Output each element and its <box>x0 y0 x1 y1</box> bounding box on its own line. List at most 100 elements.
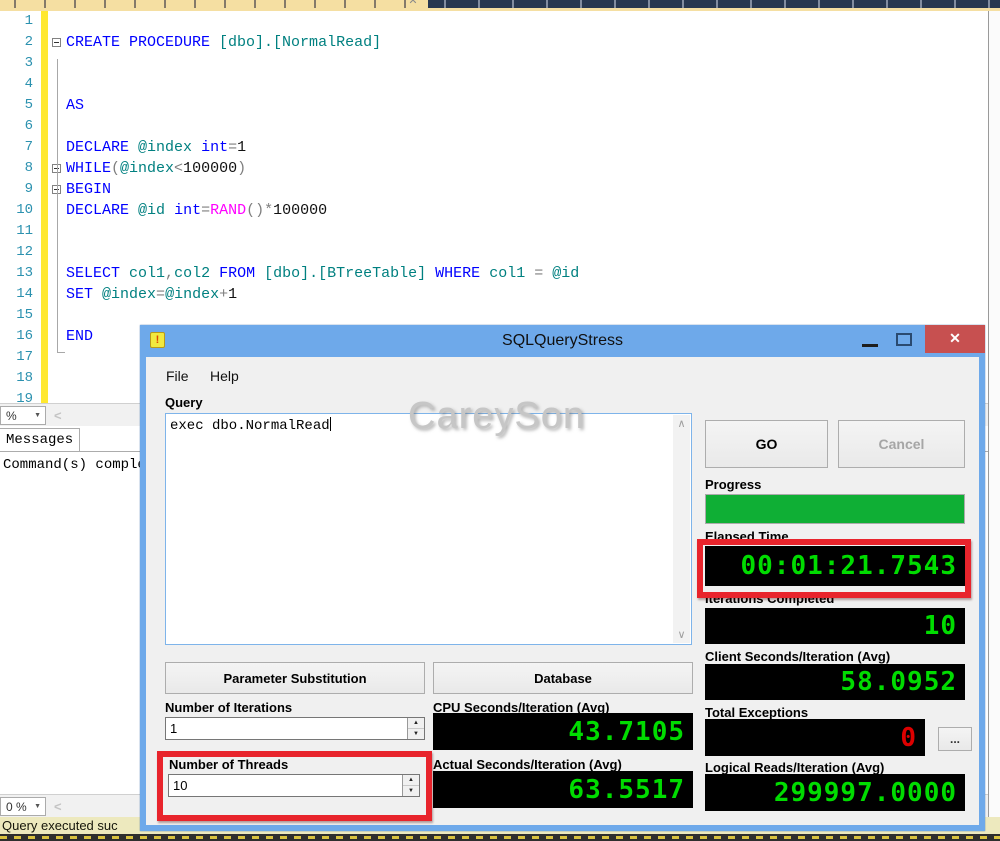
logical-reads-display: 299997.0000 <box>705 774 965 811</box>
editor-zoom-select[interactable]: % ▼ <box>0 406 46 425</box>
line-number: 15 <box>0 305 38 326</box>
window-title: SQLQueryStress <box>140 332 985 350</box>
title-bar[interactable]: ! SQLQueryStress <box>140 325 985 357</box>
code-text: DECLARE @index int=1 <box>64 137 246 158</box>
messages-output: Command(s) comple <box>3 457 146 473</box>
line-number: 11 <box>0 221 38 242</box>
line-number: 7 <box>0 137 38 158</box>
stepper-down-icon[interactable]: ▼ <box>408 729 424 739</box>
code-text: DECLARE @id int=RAND()*100000 <box>64 200 327 221</box>
line-number: 3 <box>0 53 38 74</box>
line-number: 8 <box>0 158 38 179</box>
code-line: 12 <box>0 242 988 263</box>
query-label: Query <box>165 395 203 410</box>
database-button[interactable]: Database <box>433 662 693 694</box>
ssms-window: ✕ 12CREATE PROCEDURE [dbo].[NormalRead]3… <box>0 0 1000 841</box>
total-exceptions-label: Total Exceptions <box>705 705 808 720</box>
change-track-bar <box>41 95 48 116</box>
window-right-margin <box>989 11 1000 834</box>
go-button[interactable]: GO <box>705 420 828 468</box>
progress-label: Progress <box>705 477 761 492</box>
code-text <box>64 368 66 389</box>
text-caret <box>330 417 331 431</box>
line-number: 17 <box>0 347 38 368</box>
line-number: 19 <box>0 389 38 404</box>
line-number: 4 <box>0 74 38 95</box>
client-seconds-label: Client Seconds/Iteration (Avg) <box>705 649 890 664</box>
line-number: 12 <box>0 242 38 263</box>
line-number: 10 <box>0 200 38 221</box>
stepper-up-icon[interactable]: ▲ <box>408 718 424 729</box>
code-line: 3 <box>0 53 988 74</box>
change-track-bar <box>41 221 48 242</box>
change-track-bar <box>41 158 48 179</box>
status-message: Query executed suc <box>2 818 118 833</box>
outline-guide-line <box>57 59 65 353</box>
change-track-bar <box>41 32 48 53</box>
collapse-toggle-icon[interactable] <box>52 38 61 47</box>
scroll-up-icon[interactable]: ∧ <box>673 417 690 430</box>
iterations-completed-display: 10 <box>705 608 965 644</box>
num-iterations-stepper[interactable]: 1 ▲ ▼ <box>165 717 425 740</box>
stepper-buttons: ▲ ▼ <box>407 718 424 739</box>
app-warning-icon: ! <box>150 332 165 348</box>
change-track-bar <box>41 137 48 158</box>
code-text: WHILE(@index<100000) <box>64 158 246 179</box>
code-text: AS <box>64 95 84 116</box>
client-seconds-display: 58.0952 <box>705 664 965 700</box>
annotation-elapsed-time <box>697 539 971 598</box>
progress-bar <box>705 494 965 524</box>
change-track-bar <box>41 389 48 404</box>
change-track-bar <box>41 263 48 284</box>
change-track-bar <box>41 116 48 137</box>
document-tab-inactive[interactable] <box>0 0 428 8</box>
code-line: 14SET @index=@index+1 <box>0 284 988 305</box>
line-number: 6 <box>0 116 38 137</box>
change-track-bar <box>41 179 48 200</box>
maximize-button[interactable] <box>896 333 912 346</box>
code-text <box>64 389 66 404</box>
fold-gutter <box>48 32 64 53</box>
line-number: 13 <box>0 263 38 284</box>
code-line: 7 DECLARE @index int=1 <box>0 137 988 158</box>
cancel-button[interactable]: Cancel <box>838 420 965 468</box>
change-track-bar <box>41 284 48 305</box>
actual-seconds-display: 63.5517 <box>433 771 693 808</box>
query-input[interactable]: exec dbo.NormalRead ∧ ∨ <box>165 413 692 645</box>
scroll-down-icon[interactable]: ∨ <box>673 628 690 641</box>
menu-file[interactable]: File <box>160 366 195 386</box>
menu-help[interactable]: Help <box>204 366 245 386</box>
num-iterations-value[interactable]: 1 <box>166 718 407 739</box>
line-number: 5 <box>0 95 38 116</box>
query-scrollbar[interactable]: ∧ ∨ <box>673 415 690 643</box>
code-text <box>64 11 66 32</box>
exceptions-more-button[interactable]: ... <box>938 727 972 751</box>
code-line: 10 DECLARE @id int=RAND()*100000 <box>0 200 988 221</box>
zoom-value: % <box>6 409 17 423</box>
progress-fill <box>706 495 964 523</box>
hscroll-left-icon[interactable]: < <box>54 799 62 814</box>
document-tab-active[interactable] <box>428 0 1000 8</box>
code-line: 11 <box>0 221 988 242</box>
annotation-number-of-threads <box>157 751 432 821</box>
change-track-bar <box>41 305 48 326</box>
watermark: CareySon <box>408 395 585 438</box>
line-number: 2 <box>0 32 38 53</box>
change-track-bar <box>41 368 48 389</box>
tab-messages[interactable]: Messages <box>0 428 80 452</box>
minimize-button[interactable] <box>862 344 878 347</box>
tab-close-icon[interactable]: ✕ <box>406 0 420 8</box>
parameter-substitution-button[interactable]: Parameter Substitution <box>165 662 425 694</box>
close-button[interactable]: ✕ <box>925 325 985 353</box>
fold-gutter <box>48 11 64 32</box>
query-text: exec dbo.NormalRead <box>170 417 331 434</box>
line-number: 18 <box>0 368 38 389</box>
results-zoom-select[interactable]: 0 % ▼ <box>0 797 46 816</box>
code-text: BEGIN <box>64 179 111 200</box>
code-text: SET @index=@index+1 <box>64 284 237 305</box>
change-track-bar <box>41 242 48 263</box>
selection-marquee <box>0 834 1000 841</box>
hscroll-left-icon[interactable]: < <box>54 408 62 423</box>
total-exceptions-display: 0 <box>705 719 925 756</box>
change-track-bar <box>41 74 48 95</box>
